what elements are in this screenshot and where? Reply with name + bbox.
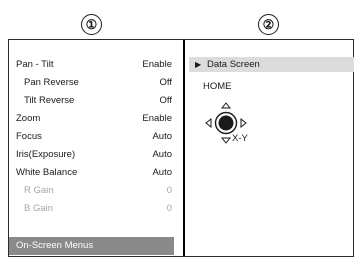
data-screen-item[interactable]: ▶ Data Screen: [189, 57, 354, 72]
play-arrow-icon: ▶: [195, 60, 202, 69]
camera-menu-panel: Pan - Tilt Enable Pan Reverse Off Tilt R…: [9, 40, 183, 256]
callout-marker-1: ①: [81, 14, 102, 35]
osd-screen: Pan - Tilt Enable Pan Reverse Off Tilt R…: [8, 39, 354, 257]
menu-item-tilt-reverse[interactable]: Tilt Reverse Off: [9, 92, 174, 110]
menu-item-pan-tilt[interactable]: Pan - Tilt Enable: [9, 56, 174, 74]
callout-marker-2: ②: [258, 14, 279, 35]
menu-item-b-gain: B Gain 0: [24, 203, 172, 214]
menu-item-white-balance[interactable]: White Balance Auto: [9, 164, 174, 182]
xy-label: X-Y: [232, 133, 248, 144]
menu-item-pan-reverse[interactable]: Pan Reverse Off: [9, 74, 174, 92]
menu-item-on-screen-menus[interactable]: On-Screen Menus: [9, 237, 174, 255]
data-screen-panel: ▶ Data Screen HOME X-Y: [185, 40, 354, 256]
menu-item-focus[interactable]: Focus Auto: [9, 128, 174, 146]
home-item[interactable]: HOME: [189, 79, 354, 94]
menu-item-iris[interactable]: Iris(Exposure) Auto: [9, 146, 174, 164]
menu-item-r-gain: R Gain 0: [24, 185, 172, 196]
menu-item-zoom[interactable]: Zoom Enable: [9, 110, 174, 128]
